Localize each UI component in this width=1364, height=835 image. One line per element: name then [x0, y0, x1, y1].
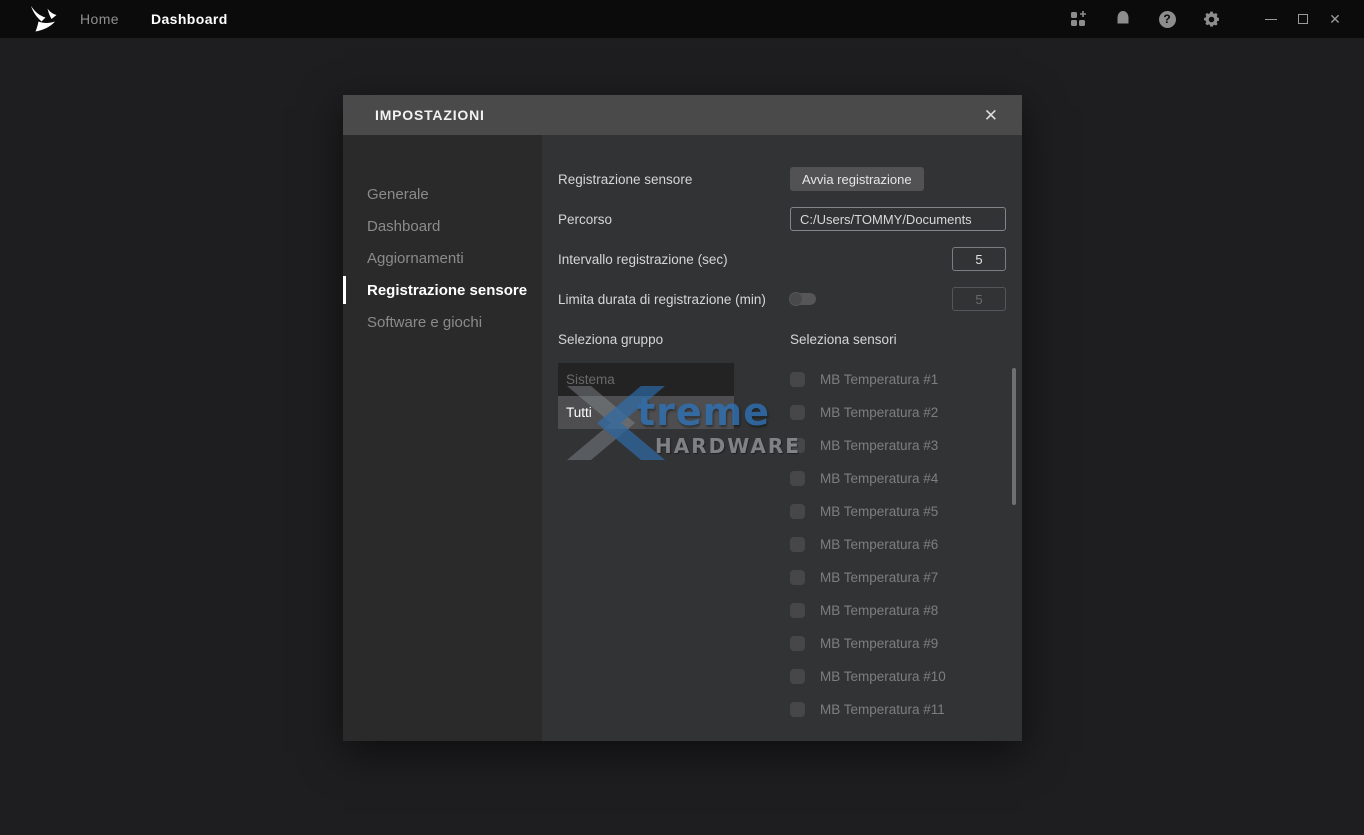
sidebar-item-software-e-giochi[interactable]: Software e giochi	[343, 306, 542, 338]
sensor-label: MB Temperatura #10	[820, 669, 946, 684]
sensor-row: MB Temperatura #9	[790, 627, 1006, 660]
sensor-label: MB Temperatura #2	[820, 405, 938, 420]
dialog-header: IMPOSTAZIONI ✕	[343, 95, 1022, 135]
close-window-button[interactable]: ✕	[1324, 8, 1346, 30]
row-list-headers: Seleziona gruppo Seleziona sensori	[558, 319, 1006, 359]
sensor-checkbox[interactable]	[790, 504, 805, 519]
limit-duration-input	[952, 287, 1006, 311]
sidebar-item-registrazione-sensore[interactable]: Registrazione sensore	[343, 274, 542, 306]
sensor-row: MB Temperatura #3	[790, 429, 1006, 462]
path-input[interactable]	[790, 207, 1006, 231]
interval-input[interactable]	[952, 247, 1006, 271]
sensor-checkbox[interactable]	[790, 438, 805, 453]
sensor-row: MB Temperatura #7	[790, 561, 1006, 594]
settings-dialog: IMPOSTAZIONI ✕ Generale Dashboard Aggior…	[343, 95, 1022, 741]
dialog-close-icon[interactable]: ✕	[980, 105, 1002, 126]
sensor-checkbox[interactable]	[790, 669, 805, 684]
sidebar-item-dashboard[interactable]: Dashboard	[343, 210, 542, 242]
corsair-logo-icon	[28, 4, 62, 34]
sensor-checkbox[interactable]	[790, 372, 805, 387]
toggle-knob	[789, 292, 803, 306]
minimize-button[interactable]	[1260, 8, 1282, 30]
sidebar-item-label: Aggiornamenti	[367, 250, 464, 267]
sensor-checkbox[interactable]	[790, 405, 805, 420]
start-recording-button[interactable]: Avvia registrazione	[790, 167, 924, 191]
dialog-title: IMPOSTAZIONI	[375, 107, 485, 123]
sensor-label: MB Temperatura #11	[820, 702, 945, 717]
row-limit-duration: Limita durata di registrazione (min)	[558, 279, 1006, 319]
interval-label: Intervallo registrazione (sec)	[558, 252, 790, 267]
group-item-label: Sistema	[566, 372, 615, 387]
sensor-label: MB Temperatura #3	[820, 438, 938, 453]
active-indicator	[343, 276, 346, 304]
sensor-checkbox[interactable]	[790, 636, 805, 651]
sidebar-item-label: Software e giochi	[367, 314, 482, 331]
sensor-label: MB Temperatura #6	[820, 537, 938, 552]
top-navigation: Home Dashboard	[80, 11, 228, 27]
sensor-checkbox[interactable]	[790, 570, 805, 585]
sensor-label: MB Temperatura #8	[820, 603, 938, 618]
row-sensor-recording: Registrazione sensore Avvia registrazion…	[558, 159, 1006, 199]
recording-label: Registrazione sensore	[558, 172, 790, 187]
row-path: Percorso	[558, 199, 1006, 239]
sensor-row: MB Temperatura #10	[790, 660, 1006, 693]
sensor-row: MB Temperatura #4	[790, 462, 1006, 495]
add-widget-icon[interactable]	[1068, 8, 1090, 30]
group-item-tutti[interactable]: Tutti	[558, 396, 734, 429]
limit-duration-toggle[interactable]	[790, 293, 816, 305]
sensor-checkbox[interactable]	[790, 471, 805, 486]
sensor-row: MB Temperatura #1	[790, 363, 1006, 396]
sensor-label: MB Temperatura #1	[820, 372, 938, 387]
path-label: Percorso	[558, 212, 790, 227]
limit-duration-label: Limita durata di registrazione (min)	[558, 292, 790, 307]
sensor-label: MB Temperatura #9	[820, 636, 938, 651]
settings-gear-icon[interactable]	[1200, 8, 1222, 30]
group-item-sistema[interactable]: Sistema	[558, 363, 734, 396]
sensor-row: MB Temperatura #11	[790, 693, 1006, 726]
sidebar-item-aggiornamenti[interactable]: Aggiornamenti	[343, 242, 542, 274]
sidebar-item-label: Registrazione sensore	[367, 282, 527, 299]
sensor-list-scrollbar[interactable]	[1012, 368, 1016, 505]
group-item-label: Tutti	[566, 405, 592, 420]
notifications-bell-icon[interactable]	[1112, 8, 1134, 30]
sensor-row: MB Temperatura #8	[790, 594, 1006, 627]
help-icon[interactable]: ?	[1156, 8, 1178, 30]
row-interval: Intervallo registrazione (sec)	[558, 239, 1006, 279]
sensor-row: MB Temperatura #2	[790, 396, 1006, 429]
sensor-list: MB Temperatura #1 MB Temperatura #2 MB T…	[790, 363, 1006, 726]
group-header: Seleziona gruppo	[558, 332, 790, 347]
group-list: Sistema Tutti	[558, 363, 734, 726]
sensor-checkbox[interactable]	[790, 537, 805, 552]
settings-content: Registrazione sensore Avvia registrazion…	[542, 135, 1022, 741]
nav-dashboard[interactable]: Dashboard	[151, 11, 228, 27]
app-title-bar: Home Dashboard ?	[0, 0, 1364, 38]
settings-sidebar: Generale Dashboard Aggiornamenti Registr…	[343, 135, 542, 741]
sensor-checkbox[interactable]	[790, 702, 805, 717]
maximize-button[interactable]	[1292, 8, 1314, 30]
sensor-label: MB Temperatura #7	[820, 570, 938, 585]
sensor-label: MB Temperatura #4	[820, 471, 938, 486]
sensors-header: Seleziona sensori	[790, 332, 897, 347]
sensor-checkbox[interactable]	[790, 603, 805, 618]
sensor-row: MB Temperatura #5	[790, 495, 1006, 528]
sensor-label: MB Temperatura #5	[820, 504, 938, 519]
sidebar-item-generale[interactable]: Generale	[343, 178, 542, 210]
nav-home[interactable]: Home	[80, 11, 119, 27]
sensor-row: MB Temperatura #6	[790, 528, 1006, 561]
sidebar-item-label: Generale	[367, 186, 429, 203]
sidebar-item-label: Dashboard	[367, 218, 440, 235]
